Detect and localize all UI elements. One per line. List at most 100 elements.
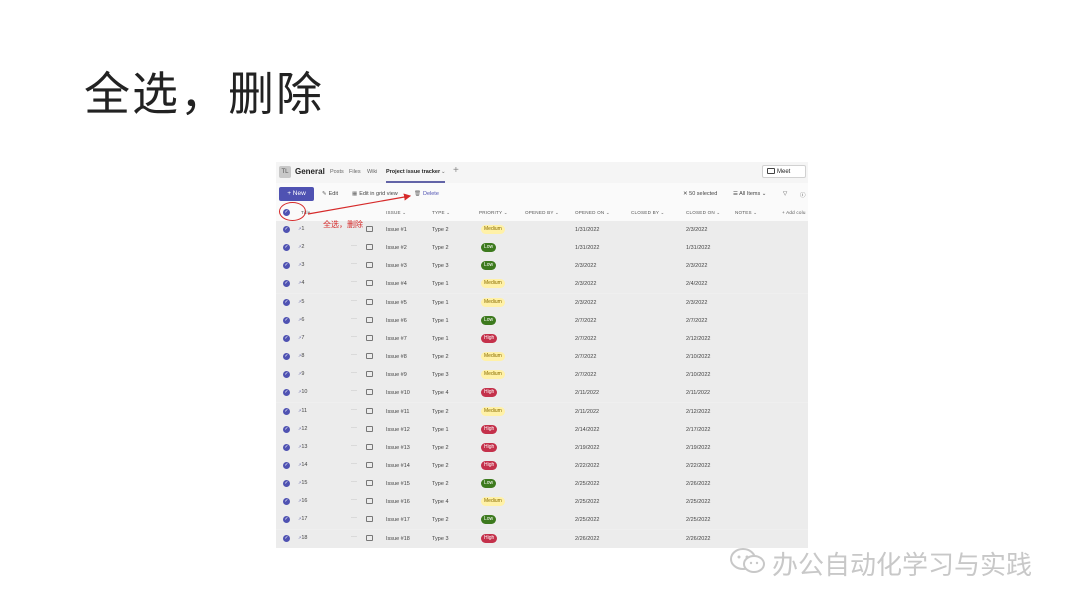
row-checkbox[interactable]: ✓: [283, 298, 290, 306]
comment-icon[interactable]: [366, 498, 373, 505]
tab-dropdown-icon[interactable]: ⌄: [441, 169, 446, 175]
tab-files[interactable]: Files: [349, 169, 361, 175]
row-checkbox[interactable]: ✓: [283, 334, 290, 342]
row-title[interactable]: ↗7: [298, 335, 304, 341]
row-checkbox[interactable]: ✓: [283, 226, 290, 233]
more-options-icon[interactable]: ···: [351, 352, 357, 358]
row-checkbox[interactable]: ✓: [283, 461, 290, 469]
add-column-button[interactable]: + Add colu: [782, 210, 806, 215]
row-title[interactable]: ↗5: [298, 299, 304, 305]
row-checkbox[interactable]: ✓: [283, 498, 290, 506]
table-row[interactable]: ✓ ↗4 ··· Issue #4 Type 1 Medium 2/3/2022 2/4/20…: [276, 275, 808, 294]
more-options-icon[interactable]: ···: [351, 370, 357, 376]
column-notes[interactable]: NOTES ⌄: [735, 210, 757, 216]
team-avatar[interactable]: TL: [279, 166, 291, 178]
meet-button[interactable]: Meet: [762, 165, 806, 178]
table-row[interactable]: ✓ ↗16 ··· Issue #16 Type 4 Medium 2/25/2022 2/2…: [276, 493, 808, 512]
row-title[interactable]: ↗2: [298, 244, 304, 250]
more-options-icon[interactable]: ···: [351, 243, 357, 249]
row-title[interactable]: ↗4: [298, 280, 304, 286]
table-row[interactable]: ✓ ↗17 ··· Issue #17 Type 2 Low 2/25/2022 2/25/2…: [276, 511, 808, 530]
tab-wiki[interactable]: Wiki: [367, 169, 377, 175]
row-title[interactable]: ↗18: [298, 535, 307, 541]
more-options-icon[interactable]: ···: [351, 279, 357, 285]
row-title[interactable]: ↗14: [298, 462, 307, 468]
table-row[interactable]: ✓ ↗9 ··· Issue #9 Type 3 Medium 2/7/2022 2/10/2…: [276, 366, 808, 385]
row-title[interactable]: ↗10: [298, 389, 307, 395]
row-checkbox[interactable]: ✓: [283, 480, 290, 488]
add-tab-icon[interactable]: +: [453, 165, 459, 176]
row-title[interactable]: ↗9: [298, 371, 304, 377]
table-row[interactable]: ✓ ↗13 ··· Issue #13 Type 2 High 2/19/2022 2/19/…: [276, 438, 808, 457]
tab-posts[interactable]: Posts: [330, 169, 344, 175]
edit-grid-button[interactable]: ▦ Edit in grid view: [352, 191, 398, 197]
comment-icon[interactable]: [366, 316, 373, 323]
comment-icon[interactable]: [366, 226, 373, 232]
row-checkbox[interactable]: ✓: [283, 534, 290, 542]
info-icon[interactable]: ⓘ: [800, 191, 806, 199]
row-checkbox[interactable]: ✓: [283, 516, 290, 524]
filter-icon[interactable]: ▽: [783, 191, 787, 197]
row-title[interactable]: ↗3: [298, 262, 304, 268]
row-checkbox[interactable]: ✓: [283, 389, 290, 397]
column-issue[interactable]: ISSUE ⌄: [386, 210, 406, 216]
row-checkbox[interactable]: ✓: [283, 262, 290, 270]
row-checkbox[interactable]: ✓: [283, 316, 290, 324]
row-title[interactable]: ↗1: [298, 226, 304, 232]
table-row[interactable]: ✓ ↗15 ··· Issue #15 Type 2 Low 2/25/2022 2/26/2…: [276, 475, 808, 494]
tab-project-issue-tracker[interactable]: Project issue tracker: [386, 169, 440, 175]
table-row[interactable]: ✓ ↗7 ··· Issue #7 Type 1 High 2/7/2022 2/12/202…: [276, 329, 808, 348]
row-checkbox[interactable]: ✓: [283, 244, 290, 252]
row-title[interactable]: ↗16: [298, 498, 307, 504]
table-row[interactable]: ✓ ↗11 ··· Issue #11 Type 2 Medium 2/11/2022 2/1…: [276, 402, 808, 421]
table-row[interactable]: ✓ ↗6 ··· Issue #6 Type 1 Low 2/7/2022 2/7/2022: [276, 311, 808, 330]
row-checkbox[interactable]: ✓: [283, 353, 290, 361]
comment-icon[interactable]: [366, 407, 373, 414]
comment-icon[interactable]: [366, 371, 373, 378]
row-title[interactable]: ↗17: [298, 516, 307, 522]
comment-icon[interactable]: [366, 461, 373, 468]
more-options-icon[interactable]: ···: [351, 515, 357, 521]
more-options-icon[interactable]: ···: [351, 443, 357, 449]
comment-icon[interactable]: [366, 334, 373, 341]
more-options-icon[interactable]: ···: [351, 407, 357, 413]
row-title[interactable]: ↗15: [298, 480, 307, 486]
comment-icon[interactable]: [366, 353, 373, 360]
comment-icon[interactable]: [366, 516, 373, 523]
row-checkbox[interactable]: ✓: [283, 280, 290, 288]
more-options-icon[interactable]: ···: [351, 316, 357, 322]
more-options-icon[interactable]: ···: [351, 261, 357, 267]
more-options-icon[interactable]: ···: [351, 497, 357, 503]
comment-icon[interactable]: [366, 443, 373, 450]
column-closed-by[interactable]: CLOSED BY ⌄: [631, 210, 665, 216]
edit-button[interactable]: ✎ Edit: [322, 191, 338, 197]
table-row[interactable]: ✓ ↗14 ··· Issue #14 Type 2 High 2/22/2022 2/22/…: [276, 456, 808, 475]
column-type[interactable]: TYPE ⌄: [432, 210, 450, 216]
comment-icon[interactable]: [366, 298, 373, 305]
new-button[interactable]: + New: [279, 187, 314, 201]
more-options-icon[interactable]: ···: [351, 534, 357, 540]
comment-icon[interactable]: [366, 262, 373, 269]
view-selector[interactable]: ☰ All Items ⌄: [733, 191, 766, 197]
comment-icon[interactable]: [366, 534, 373, 541]
table-row[interactable]: ✓ ↗5 ··· Issue #5 Type 1 Medium 2/3/2022 2/3/20…: [276, 293, 808, 312]
delete-button[interactable]: 🗑 Delete: [414, 191, 439, 197]
comment-icon[interactable]: [366, 244, 373, 251]
row-checkbox[interactable]: ✓: [283, 443, 290, 451]
column-opened-by[interactable]: OPENED BY ⌄: [525, 210, 559, 216]
row-title[interactable]: ↗8: [298, 353, 304, 359]
more-options-icon[interactable]: ···: [351, 425, 357, 431]
more-options-icon[interactable]: ···: [351, 461, 357, 467]
comment-icon[interactable]: [366, 425, 373, 432]
row-title[interactable]: ↗13: [298, 444, 307, 450]
column-priority[interactable]: PRIORITY ⌄: [479, 210, 508, 216]
table-row[interactable]: ✓ ↗2 ··· Issue #2 Type 2 Low 1/31/2022 1/31/202…: [276, 239, 808, 258]
row-checkbox[interactable]: ✓: [283, 425, 290, 433]
more-options-icon[interactable]: ···: [351, 479, 357, 485]
row-title[interactable]: ↗6: [298, 317, 304, 323]
row-title[interactable]: ↗11: [298, 408, 307, 414]
more-options-icon[interactable]: ···: [351, 334, 357, 340]
table-row[interactable]: ✓ ↗3 ··· Issue #3 Type 3 Low 2/3/2022 2/3/2022: [276, 257, 808, 276]
comment-icon[interactable]: [366, 280, 373, 287]
more-options-icon[interactable]: ···: [351, 388, 357, 394]
